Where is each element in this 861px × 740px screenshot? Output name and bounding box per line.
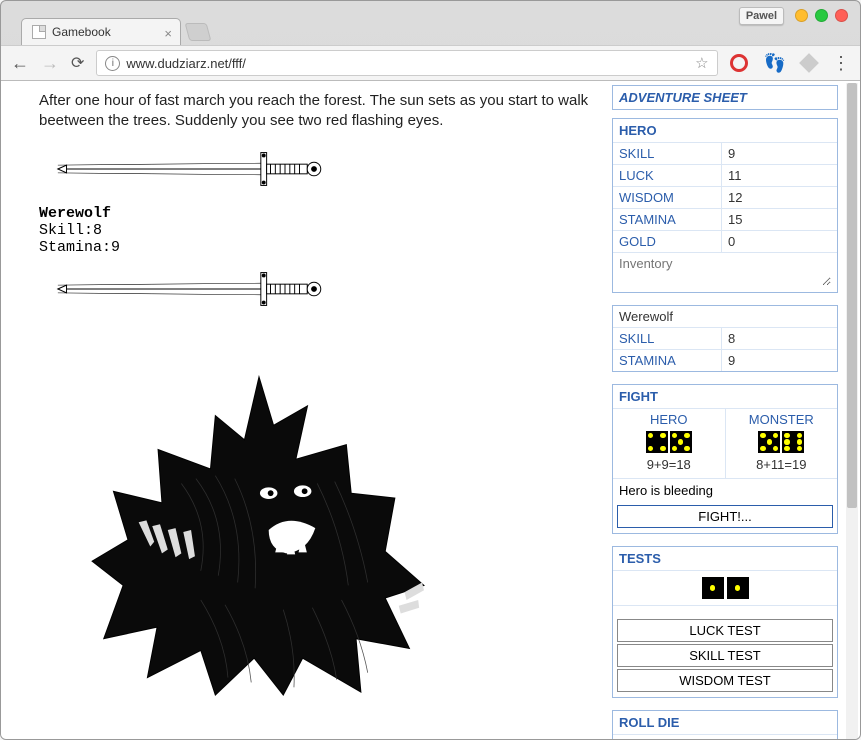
tests-dice [613, 570, 837, 605]
skill-test-button[interactable]: SKILL TEST [617, 644, 833, 667]
stat-label: SKILL [613, 143, 721, 164]
wisdom-test-button[interactable]: WISDOM TEST [617, 669, 833, 692]
forward-arrow-icon: → [41, 53, 59, 74]
scrollbar-thumb[interactable] [847, 83, 857, 508]
stat-label: STAMINA [613, 350, 721, 371]
close-dot[interactable] [835, 9, 848, 22]
browser-tab[interactable]: Gamebook × [21, 18, 181, 45]
monster-name: Werewolf [613, 306, 837, 327]
fight-panel: FIGHT HERO 9+9=18 MONSTER 8+11=19 Hero i… [612, 384, 838, 534]
tests-panel: TESTS LUCK TEST SKILL TEST WISDOM TEST [612, 546, 838, 698]
tab-close-icon[interactable]: × [164, 26, 172, 41]
tests-heading: TESTS [613, 547, 837, 570]
fight-hero-label: HERO [613, 412, 725, 427]
luck-test-button[interactable]: LUCK TEST [617, 619, 833, 642]
fight-button[interactable]: FIGHT!... [617, 505, 833, 528]
roll-panel: ROLL DIE ROLL ONE DIE ROLL TWO DICE [612, 710, 838, 740]
new-tab-button[interactable] [185, 23, 212, 41]
fight-monster-label: MONSTER [726, 412, 838, 427]
stat-value: 15 [721, 209, 837, 230]
monster-fight-sum: 8+11=19 [726, 455, 838, 475]
monster-panel: Werewolf SKILL8 STAMINA9 [612, 305, 838, 372]
werewolf-illustration [59, 367, 590, 700]
chrome-menu-icon[interactable]: ⋮ [832, 53, 850, 74]
enemy-stats-block: Werewolf Skill:8 Stamina:9 [39, 205, 590, 256]
gnome-icon[interactable]: 👣 [764, 53, 786, 74]
adventure-sheet-column: ADVENTURE SHEET HERO SKILL9 LUCK11 WISDO… [610, 81, 842, 740]
bookmark-star-icon[interactable]: ☆ [695, 54, 708, 72]
sword-divider [53, 264, 590, 317]
stat-value: 12 [721, 187, 837, 208]
enemy-name: Werewolf [39, 205, 590, 222]
stat-value: 9 [721, 350, 837, 371]
enemy-stamina-line: Stamina:9 [39, 239, 590, 256]
page-icon [32, 25, 46, 39]
enemy-skill-line: Skill:8 [39, 222, 590, 239]
stat-label: GOLD [613, 231, 721, 252]
back-arrow-icon[interactable]: ← [11, 53, 29, 74]
stat-value: 0 [721, 231, 837, 252]
stat-label: SKILL [613, 328, 721, 349]
sword-divider [53, 144, 590, 197]
inventory-input[interactable] [619, 256, 831, 286]
roll-heading: ROLL DIE [613, 711, 837, 734]
scrollbar[interactable] [846, 83, 858, 739]
hero-heading: HERO [613, 119, 837, 142]
fight-heading: FIGHT [613, 385, 837, 408]
user-badge[interactable]: Pawel [739, 7, 784, 25]
url-text: www.dudziarz.net/fff/ [126, 56, 245, 71]
hero-fight-sum: 9+9=18 [613, 455, 725, 475]
story-column: After one hour of fast march you reach t… [1, 81, 610, 740]
stat-label: STAMINA [613, 209, 721, 230]
dropbox-icon[interactable] [799, 53, 819, 73]
stat-value: 11 [721, 165, 837, 186]
stat-value: 8 [721, 328, 837, 349]
url-bar[interactable]: i www.dudziarz.net/fff/ ☆ [96, 50, 717, 76]
opera-extension-icon[interactable] [730, 54, 748, 72]
hero-dice [613, 429, 725, 455]
stat-label: WISDOM [613, 187, 721, 208]
hero-panel: HERO SKILL9 LUCK11 WISDOM12 STAMINA15 GO… [612, 118, 838, 293]
minimize-dot[interactable] [795, 9, 808, 22]
stat-label: LUCK [613, 165, 721, 186]
fight-status: Hero is bleeding [613, 478, 837, 502]
maximize-dot[interactable] [815, 9, 828, 22]
reload-icon[interactable]: ⟳ [71, 53, 84, 73]
stat-value: 9 [721, 143, 837, 164]
monster-dice [726, 429, 838, 455]
site-info-icon[interactable]: i [105, 56, 120, 71]
sheet-title: ADVENTURE SHEET [612, 85, 838, 110]
story-paragraph: After one hour of fast march you reach t… [39, 91, 590, 132]
tab-title: Gamebook [52, 25, 111, 39]
roll-dice [613, 734, 837, 740]
